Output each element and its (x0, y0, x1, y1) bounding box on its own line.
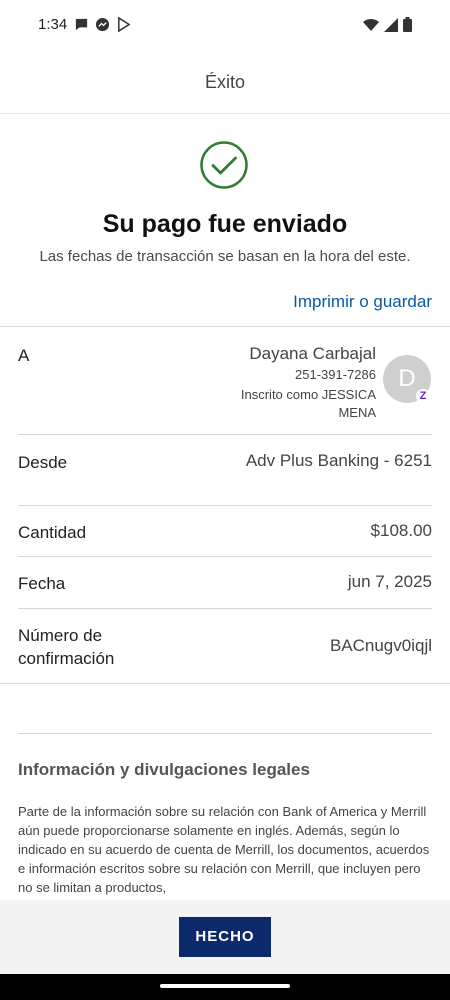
amount-value: $108.00 (370, 521, 432, 540)
print-or-save-link[interactable]: Imprimir o guardar (293, 292, 432, 312)
recipient-enrolled-as: Inscrito como JESSICA MENA (240, 387, 376, 420)
system-icons (363, 17, 412, 32)
legal-title: Información y divulgaciones legales (18, 760, 310, 779)
success-check-icon (200, 141, 248, 189)
footer: HECHO (0, 900, 450, 974)
system-nav-bar (0, 974, 450, 1000)
notification-icons (74, 17, 131, 32)
wifi-icon (363, 18, 379, 31)
messenger-icon (95, 17, 110, 32)
divider (18, 434, 432, 435)
from-label: Desde (18, 453, 68, 472)
home-gesture-handle[interactable] (160, 984, 290, 988)
date-label: Fecha (18, 574, 66, 593)
battery-icon (403, 17, 412, 32)
status-time: 1:34 (38, 16, 68, 33)
from-account: Adv Plus Banking - 6251 (245, 451, 432, 470)
confirmation-number-label: Número de confirmación (18, 626, 115, 668)
divider (18, 556, 432, 557)
message-icon (75, 18, 88, 31)
success-title: Su pago fue enviado (102, 210, 348, 238)
legal-body: Parte de la información sobre su relació… (18, 804, 430, 895)
success-subtitle: Las fechas de transacción se basan en la… (39, 248, 411, 265)
confirmation-number-value: BACnugv0iqjl (329, 636, 432, 655)
zelle-icon: Z (416, 389, 430, 403)
app-header: Éxito (0, 50, 450, 114)
confirmation-content[interactable]: Su pago fue enviado Las fechas de transa… (0, 114, 450, 900)
recipient-phone: 251-391-7286 (295, 367, 376, 382)
signal-icon (384, 17, 398, 32)
date-value: jun 7, 2025 (347, 572, 432, 591)
divider (0, 326, 450, 327)
divider (18, 733, 432, 734)
recipient-name: Dayana Carbajal (249, 344, 376, 363)
amount-label: Cantidad (18, 523, 87, 542)
play-store-icon (118, 17, 131, 32)
divider (18, 505, 432, 506)
done-button[interactable]: HECHO (179, 917, 271, 957)
page-title: Éxito (204, 72, 246, 92)
divider (0, 683, 450, 684)
status-bar: 1:34 (0, 0, 450, 50)
divider (18, 608, 432, 609)
to-label: A (18, 346, 30, 365)
